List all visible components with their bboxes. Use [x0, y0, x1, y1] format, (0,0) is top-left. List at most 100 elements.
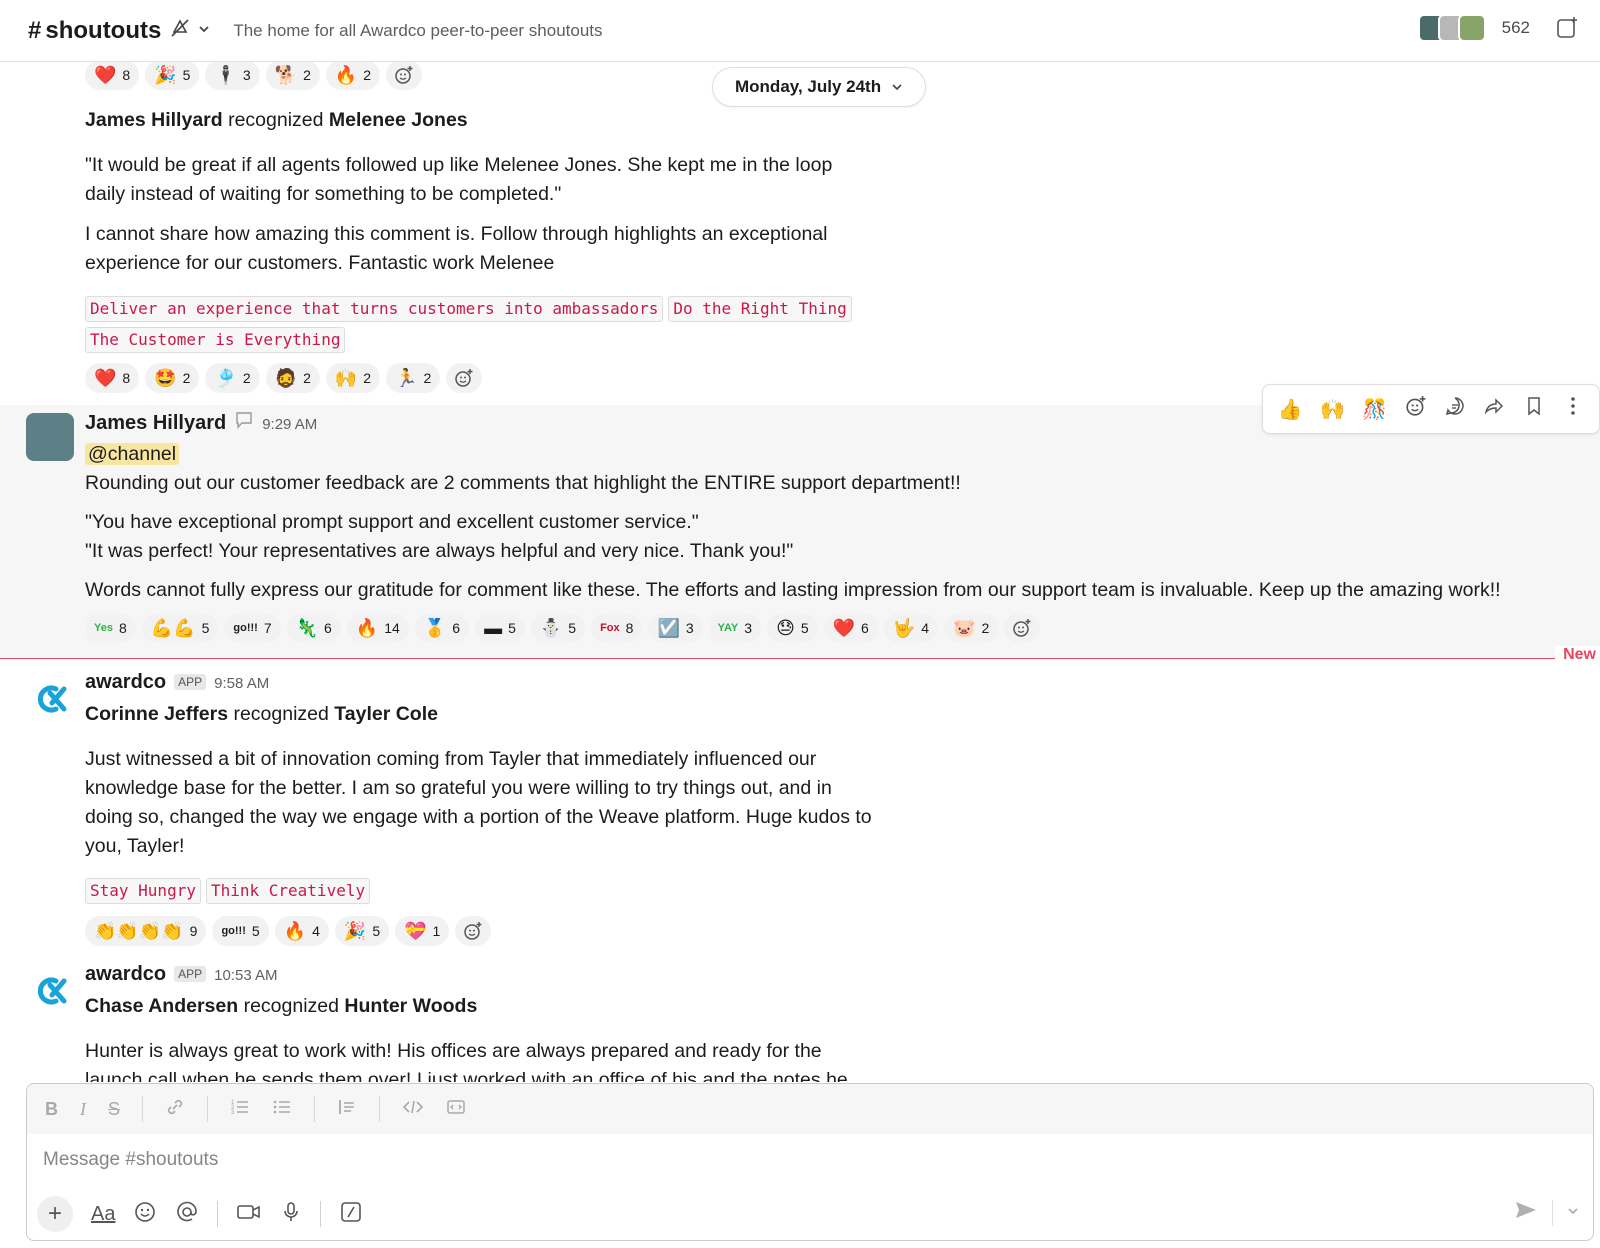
receiver-name[interactable]: Melenee Jones [329, 109, 468, 131]
add-reaction-icon[interactable] [1004, 613, 1041, 643]
reaction-pill[interactable]: 🤟 4 [883, 613, 939, 643]
add-reaction-icon[interactable] [446, 363, 483, 393]
recognition-verb: recognized [233, 703, 329, 725]
value-tag: Deliver an experience that turns custome… [85, 296, 664, 322]
link-icon[interactable] [165, 1097, 185, 1122]
thumbs-up-reaction-button[interactable]: 👍 [1278, 397, 1303, 422]
sender-name[interactable]: awardco [85, 963, 166, 986]
awardco-logo-icon[interactable] [26, 675, 74, 723]
reaction-pill[interactable]: ⛄ 5 [530, 613, 586, 643]
raised-hands-reaction-button[interactable]: 🙌 [1320, 397, 1345, 422]
giver-name[interactable]: Corinne Jeffers [85, 703, 228, 725]
reaction-pill[interactable]: 💝 1 [395, 916, 450, 946]
reaction-pill[interactable]: 😓 5 [767, 613, 818, 643]
reaction-pill[interactable]: 🕴 3 [205, 62, 260, 90]
reaction-pill[interactable]: 🏃 2 [386, 363, 441, 393]
code-block-icon[interactable] [446, 1097, 466, 1122]
add-reaction-icon[interactable] [386, 62, 423, 90]
reaction-pill[interactable]: 🥇 6 [414, 613, 470, 643]
reaction-pill[interactable]: 🎉 5 [145, 62, 200, 90]
add-reaction-icon[interactable] [1405, 395, 1427, 423]
reaction-pill[interactable]: 🎐 2 [205, 363, 260, 393]
emoji-icon[interactable] [133, 1200, 157, 1229]
reaction-pill[interactable]: go!!! 7 [224, 613, 281, 643]
thank-you-reaction-button[interactable]: 🎊 [1362, 397, 1387, 422]
slash-command-icon[interactable] [339, 1200, 363, 1229]
message-time[interactable]: 9:58 AM [214, 675, 269, 692]
new-messages-divider [0, 658, 1600, 659]
avatar [1457, 14, 1486, 42]
reaction-pill[interactable]: 💪💪 5 [141, 613, 219, 643]
channel-mention[interactable]: @channel [85, 443, 180, 465]
giver-name[interactable]: Chase Andersen [85, 995, 238, 1017]
avatar[interactable] [26, 413, 74, 461]
mute-icon[interactable] [169, 17, 191, 44]
date-divider-button[interactable]: Monday, July 24th [712, 67, 927, 107]
video-icon[interactable] [236, 1200, 262, 1229]
reaction-pill[interactable]: 🔥 14 [346, 613, 409, 643]
channel-topic[interactable]: The home for all Awardco peer-to-peer sh… [233, 21, 602, 41]
bold-icon[interactable]: B [45, 1099, 58, 1120]
reaction-pill[interactable]: Yes 8 [85, 613, 136, 643]
add-reaction-icon[interactable] [455, 916, 492, 946]
reaction-pill[interactable]: 🐕 2 [265, 62, 320, 90]
reaction-pill[interactable]: 🙌 2 [325, 363, 381, 393]
reply-in-thread-icon[interactable] [1444, 395, 1466, 423]
reaction-pill[interactable]: go!!! 5 [212, 916, 269, 946]
reaction-pill[interactable]: 🤩 2 [145, 363, 200, 393]
reaction-pill[interactable]: 🔥 4 [274, 916, 329, 946]
strikethrough-icon[interactable]: S [108, 1099, 120, 1120]
reaction-pill[interactable]: 🧔 2 [265, 363, 320, 393]
formatting-toggle-button[interactable]: Aa [91, 1203, 115, 1226]
reaction-pill[interactable]: ❤️ 8 [85, 62, 140, 90]
reaction-pill[interactable]: Fox 8 [591, 613, 643, 643]
value-tag: Think Creatively [205, 878, 371, 904]
recognition-line: Chase Andersen recognized Hunter Woods [85, 992, 477, 1021]
chevron-down-icon[interactable] [1567, 1204, 1579, 1222]
receiver-name[interactable]: Tayler Cole [334, 703, 438, 725]
reaction-pill[interactable]: 🐷 2 [944, 613, 999, 643]
awardco-logo-icon[interactable] [26, 967, 74, 1015]
channel-name-button[interactable]: # shoutouts [28, 17, 161, 45]
reaction-pill[interactable]: 🦎 6 [286, 613, 341, 643]
chevron-down-icon[interactable] [197, 20, 211, 41]
send-icon[interactable] [1514, 1199, 1538, 1226]
reaction-pill[interactable]: ▬ 5 [475, 613, 525, 643]
more-actions-icon[interactable] [1562, 395, 1584, 423]
plus-icon[interactable]: + [37, 1196, 73, 1232]
microphone-icon[interactable] [280, 1200, 302, 1229]
mention-icon[interactable] [175, 1200, 199, 1229]
canvas-add-icon[interactable] [1554, 15, 1580, 41]
bullet-list-icon[interactable] [272, 1097, 292, 1122]
reaction-pill[interactable]: 🔥 2 [325, 62, 381, 90]
reaction-pill[interactable]: 🎉 5 [334, 916, 390, 946]
reaction-pill[interactable]: 👏👏👏👏 9 [85, 916, 207, 946]
sender-name[interactable]: James Hillyard [85, 412, 226, 435]
recognition-verb: recognized [228, 109, 324, 131]
message-time[interactable]: 10:53 AM [214, 967, 277, 984]
code-icon[interactable] [402, 1097, 424, 1122]
sender-name[interactable]: awardco [85, 671, 166, 694]
value-tag: Stay Hungry [85, 878, 201, 904]
bookmark-icon[interactable] [1523, 395, 1545, 423]
app-badge: APP [174, 966, 207, 982]
member-count[interactable]: 562 [1502, 18, 1530, 38]
giver-name[interactable]: James Hillyard [85, 109, 223, 131]
member-avatars-button[interactable] [1417, 14, 1486, 42]
message-input[interactable]: Message #shoutouts [27, 1134, 1593, 1186]
reaction-pill[interactable]: ❤️ 6 [823, 613, 878, 643]
reaction-row: ❤️ 8 🤩 2 🎐 2 🧔 2 🙌 2 🏃 2 [85, 362, 483, 394]
italic-icon[interactable]: I [80, 1099, 86, 1120]
blockquote-icon[interactable] [337, 1097, 357, 1122]
reaction-pill[interactable]: ☑️ 3 [648, 613, 703, 643]
message[interactable]: James Hillyard 9:29 AM @channel Rounding… [0, 405, 1600, 657]
quote-text: "You have exceptional prompt support and… [85, 511, 699, 533]
message[interactable]: awardco APP 10:53 AM Chase Andersen reco… [0, 959, 1600, 1082]
ordered-list-icon[interactable]: 123 [230, 1097, 250, 1122]
message-time[interactable]: 9:29 AM [262, 416, 317, 433]
reaction-pill[interactable]: ❤️ 8 [85, 363, 140, 393]
receiver-name[interactable]: Hunter Woods [344, 995, 477, 1017]
share-forward-icon[interactable] [1483, 395, 1505, 423]
message[interactable]: awardco APP 9:58 AM Corinne Jeffers reco… [0, 667, 1600, 947]
reaction-pill[interactable]: YAY 3 [708, 613, 762, 643]
